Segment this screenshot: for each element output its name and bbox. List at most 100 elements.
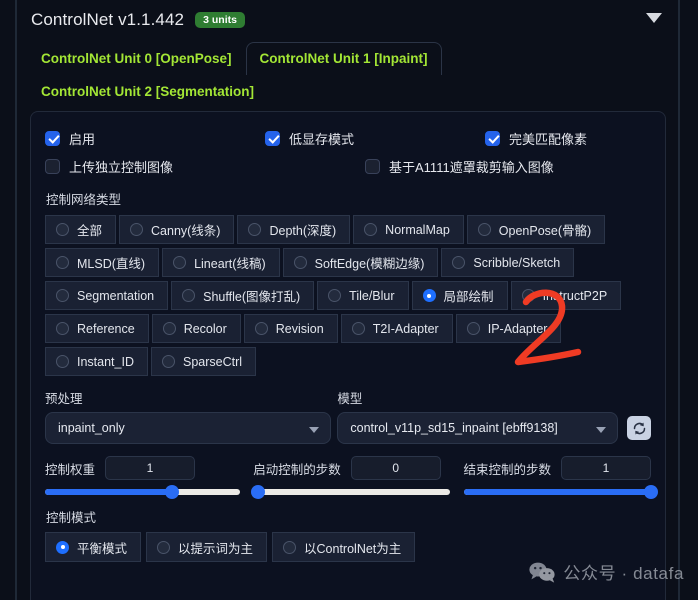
control-mode-option-1[interactable]: 以提示词为主: [146, 532, 268, 562]
control-type-option-8[interactable]: Scribble/Sketch: [441, 248, 575, 277]
control-type-option-7[interactable]: SoftEdge(模糊边缘): [282, 248, 439, 277]
radio-dot-icon[interactable]: [293, 256, 307, 269]
slider-tracks: [45, 485, 659, 499]
control-type-option-2[interactable]: Depth(深度): [237, 215, 351, 244]
radio-dot-icon[interactable]: [182, 289, 196, 302]
checkbox-box-lowvram[interactable]: [265, 130, 280, 146]
unit-content-panel: 启用 低显存模式 完美匹配像素 上传独立控制图像 基于A1111遮罩裁剪输入图像…: [30, 111, 666, 608]
control-mode-option-label: 以提示词为主: [178, 541, 254, 556]
radio-dot-icon[interactable]: [254, 322, 268, 335]
control-type-option-15[interactable]: Recolor: [151, 314, 241, 343]
radio-dot-icon[interactable]: [56, 540, 69, 554]
radio-dot-icon[interactable]: [283, 540, 297, 554]
control-type-option-5[interactable]: MLSD(直线): [45, 248, 160, 277]
radio-dot-icon[interactable]: [130, 223, 144, 236]
preprocessor-value: inpaint_only: [58, 421, 125, 435]
checkbox-enable[interactable]: 启用: [45, 129, 265, 148]
preprocessor-block: 预处理 inpaint_only: [45, 388, 332, 444]
slider-track-weight[interactable]: [45, 485, 241, 499]
control-type-option-17[interactable]: T2I-Adapter: [340, 314, 453, 343]
control-type-option-6[interactable]: Lineart(线稿): [162, 248, 280, 277]
checkbox-row-secondary: 上传独立控制图像 基于A1111遮罩裁剪输入图像: [45, 152, 651, 180]
control-type-option-label: Instant_ID: [77, 354, 134, 369]
control-type-option-3[interactable]: NormalMap: [353, 215, 464, 244]
slider-knob-start[interactable]: [251, 485, 266, 499]
control-type-option-13[interactable]: InstructP2P: [510, 281, 622, 310]
model-dropdown[interactable]: control_v11p_sd15_inpaint [ebff9138]: [337, 412, 618, 444]
slider-value-end[interactable]: 1: [561, 456, 651, 480]
slider-value-start[interactable]: 0: [350, 456, 441, 480]
control-type-option-16[interactable]: Revision: [243, 314, 338, 343]
control-type-option-18[interactable]: IP-Adapter: [455, 314, 562, 343]
radio-dot-icon[interactable]: [157, 540, 171, 554]
checkbox-a1111-mask-crop[interactable]: 基于A1111遮罩裁剪输入图像: [365, 157, 554, 176]
checkbox-lowvram[interactable]: 低显存模式: [265, 129, 485, 148]
chevron-down-icon[interactable]: [646, 13, 662, 23]
control-type-option-14[interactable]: Reference: [45, 314, 149, 343]
control-type-option-label: Segmentation: [77, 288, 155, 303]
control-type-option-label: Canny(线条): [151, 224, 221, 238]
checkbox-pixel-perfect[interactable]: 完美匹配像素: [485, 129, 587, 148]
tab-row-top: ControlNet Unit 0 [OpenPose] ControlNet …: [27, 42, 668, 75]
slider-fill-weight: [45, 489, 172, 495]
control-type-option-label: Lineart(线稿): [194, 257, 266, 271]
radio-dot-icon[interactable]: [56, 223, 69, 236]
radio-dot-icon[interactable]: [351, 322, 365, 335]
control-type-option-9[interactable]: Segmentation: [45, 281, 169, 310]
tab-unit-1[interactable]: ControlNet Unit 1 [Inpaint]: [245, 42, 442, 75]
chevron-down-icon[interactable]: [596, 427, 606, 433]
slider-track-start[interactable]: [251, 485, 450, 499]
slider-area: 控制权重 1 启动控制的步数 0 结束控制的步数 1: [45, 456, 659, 499]
checkbox-box-pixel-perfect[interactable]: [485, 130, 500, 146]
control-mode-option-0[interactable]: 平衡模式: [45, 532, 142, 562]
control-type-option-12[interactable]: 局部绘制: [411, 281, 508, 310]
control-type-option-0[interactable]: 全部: [45, 215, 117, 244]
checkbox-box-a1111-mask-crop[interactable]: [365, 158, 380, 174]
radio-dot-icon[interactable]: [162, 322, 176, 335]
control-type-option-label: SparseCtrl: [182, 354, 243, 369]
control-mode-radio-row: 平衡模式 以提示词为主 以ControlNet为主: [45, 532, 651, 566]
control-type-option-10[interactable]: Shuffle(图像打乱): [171, 281, 315, 310]
radio-dot-icon[interactable]: [161, 355, 175, 368]
radio-dot-icon[interactable]: [466, 322, 480, 335]
slider-value-weight[interactable]: 1: [105, 456, 196, 480]
tab-unit-0[interactable]: ControlNet Unit 0 [OpenPose]: [27, 42, 246, 75]
radio-dot-icon[interactable]: [56, 355, 69, 368]
radio-dot-icon[interactable]: [521, 289, 535, 302]
radio-dot-icon[interactable]: [328, 289, 342, 302]
radio-dot-icon[interactable]: [173, 256, 187, 269]
control-type-option-label: Depth(深度): [269, 224, 337, 238]
radio-dot-icon[interactable]: [452, 256, 466, 269]
radio-dot-icon[interactable]: [56, 289, 69, 302]
checkbox-box-upload-independent-image[interactable]: [45, 158, 60, 174]
control-type-option-4[interactable]: OpenPose(骨骼): [466, 215, 606, 244]
accordion-header[interactable]: ControlNet v1.1.442 3 units: [17, 0, 678, 40]
control-type-option-1[interactable]: Canny(线条): [119, 215, 235, 244]
chevron-down-icon[interactable]: [309, 427, 320, 433]
radio-dot-icon[interactable]: [477, 223, 491, 236]
radio-dot-icon[interactable]: [56, 256, 69, 269]
model-value: control_v11p_sd15_inpaint [ebff9138]: [350, 421, 558, 435]
model-block: 模型 control_v11p_sd15_inpaint [ebff9138]: [337, 388, 618, 444]
control-type-option-20[interactable]: SparseCtrl: [150, 347, 257, 376]
control-mode-option-2[interactable]: 以ControlNet为主: [272, 532, 416, 562]
slider-track-end[interactable]: [463, 485, 659, 499]
model-label: 模型: [337, 392, 363, 406]
preprocessor-dropdown[interactable]: inpaint_only: [45, 412, 332, 444]
units-badge: 3 units: [195, 11, 245, 29]
radio-dot-icon[interactable]: [422, 289, 436, 302]
tab-unit-2[interactable]: ControlNet Unit 2 [Segmentation]: [27, 75, 268, 108]
checkbox-upload-independent-image[interactable]: 上传独立控制图像: [45, 157, 365, 176]
slider-knob-end[interactable]: [644, 485, 659, 499]
slider-fill-end: [463, 489, 652, 495]
refresh-models-button[interactable]: [627, 416, 651, 440]
unit-tabs: ControlNet Unit 0 [OpenPose] ControlNet …: [17, 42, 678, 107]
slider-knob-weight[interactable]: [164, 485, 179, 499]
control-type-option-19[interactable]: Instant_ID: [45, 347, 148, 376]
control-type-option-label: MLSD(直线): [77, 257, 146, 271]
radio-dot-icon[interactable]: [364, 223, 378, 236]
control-type-option-11[interactable]: Tile/Blur: [317, 281, 409, 310]
checkbox-box-enable[interactable]: [45, 130, 60, 146]
radio-dot-icon[interactable]: [56, 322, 69, 335]
radio-dot-icon[interactable]: [248, 223, 262, 236]
